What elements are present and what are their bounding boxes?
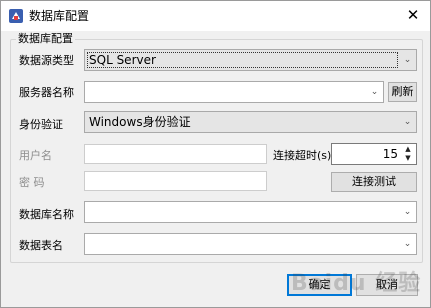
chevron-down-icon: ⌄ — [370, 87, 379, 97]
cancel-button-label: 取消 — [376, 278, 398, 291]
table-combo[interactable]: ⌄ — [84, 233, 417, 255]
ok-button-label: 确定 — [308, 278, 331, 291]
window-title: 数据库配置 — [29, 9, 90, 23]
close-button[interactable]: ✕ — [396, 1, 430, 31]
timeout-value: 15 — [382, 147, 398, 161]
datasource-value: SQL Server — [89, 53, 156, 67]
chevron-down-icon: ⌄ — [403, 207, 412, 217]
auth-value: Windows身份验证 — [89, 115, 191, 129]
server-combo[interactable]: ⌄ — [84, 81, 384, 103]
timeout-label: 连接超时(s) — [273, 149, 332, 162]
refresh-button[interactable]: 刷新 — [388, 82, 417, 102]
spin-down-icon[interactable]: ▼ — [403, 154, 413, 163]
app-icon — [9, 9, 23, 23]
spin-up-icon[interactable]: ▲ — [403, 145, 413, 154]
username-label: 用户名 — [19, 149, 52, 162]
datasource-label: 数据源类型 — [19, 54, 74, 67]
auth-label: 身份验证 — [19, 118, 63, 131]
groupbox-legend: 数据库配置 — [16, 32, 75, 46]
database-config-dialog: 数据库配置 ✕ 数据库配置 数据源类型 SQL Server ⌄ 服务器名称 ⌄… — [0, 0, 431, 308]
close-icon: ✕ — [406, 6, 420, 24]
password-input[interactable] — [84, 171, 267, 191]
datasource-select[interactable]: SQL Server ⌄ — [84, 49, 417, 71]
cancel-button[interactable]: 取消 — [356, 274, 418, 296]
database-combo[interactable]: ⌄ — [84, 201, 417, 223]
ok-button[interactable]: 确定 — [287, 274, 352, 296]
chevron-down-icon: ⌄ — [403, 117, 412, 127]
test-connection-label: 连接测试 — [352, 175, 396, 188]
auth-select[interactable]: Windows身份验证 ⌄ — [84, 111, 417, 133]
timeout-spinner[interactable]: 15 ▲ ▼ — [331, 143, 417, 165]
chevron-down-icon: ⌄ — [403, 239, 412, 249]
chevron-down-icon: ⌄ — [403, 55, 412, 65]
password-label: 密 码 — [19, 176, 45, 189]
refresh-button-label: 刷新 — [391, 85, 414, 98]
table-label: 数据表名 — [19, 239, 63, 252]
username-input[interactable] — [84, 144, 267, 164]
test-connection-button[interactable]: 连接测试 — [331, 172, 417, 192]
title-bar: 数据库配置 ✕ — [1, 1, 430, 31]
database-label: 数据库名称 — [19, 208, 74, 221]
server-label: 服务器名称 — [19, 86, 74, 99]
